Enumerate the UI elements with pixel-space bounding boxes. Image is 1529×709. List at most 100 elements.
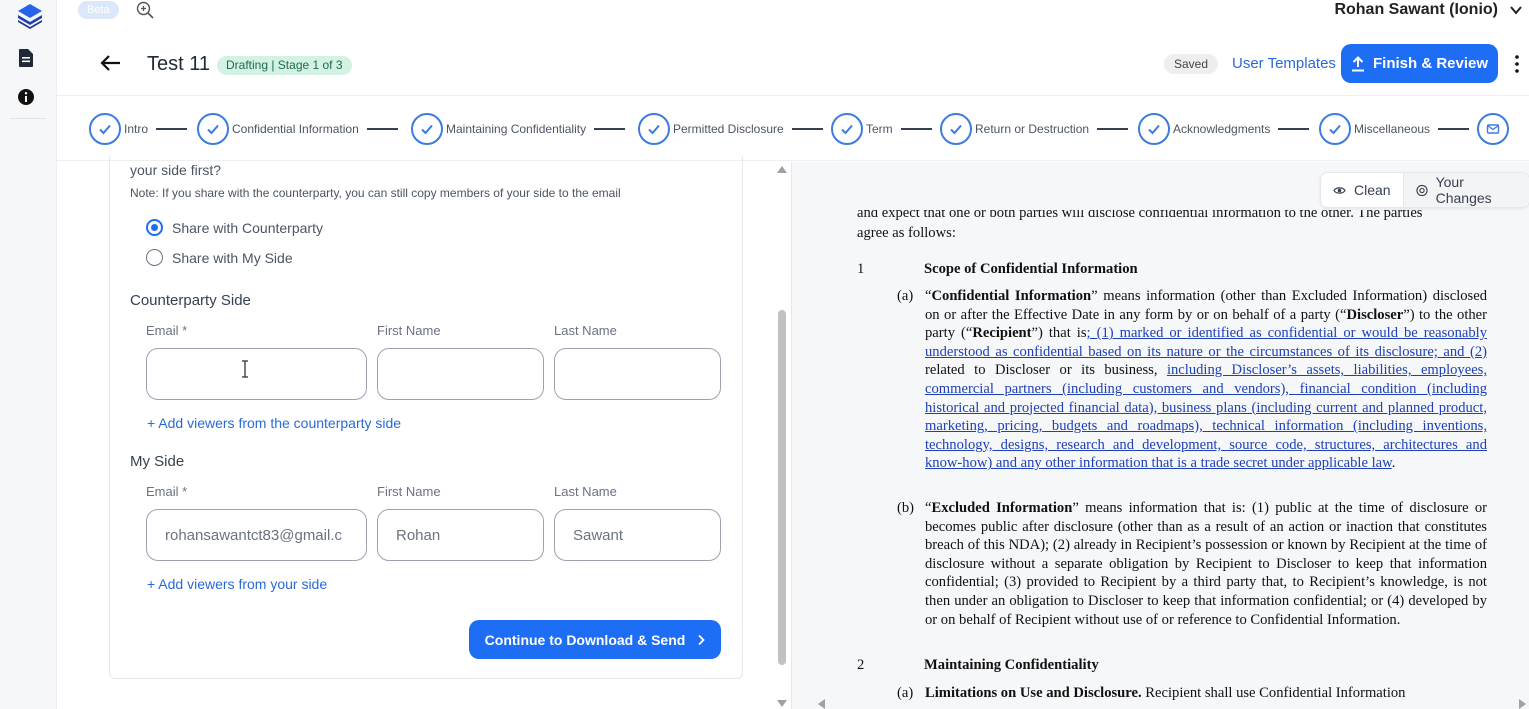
step-intro[interactable]: Intro: [89, 112, 188, 146]
clipped-text: and expect that one or both parties will…: [857, 210, 1423, 221]
step-connector: [156, 128, 188, 130]
step-connector: [1438, 128, 1470, 130]
clause-letter: (a): [897, 685, 914, 700]
scrollbar-thumb[interactable]: [778, 310, 786, 665]
changes-icon: [1415, 184, 1428, 196]
continue-download-send-button[interactable]: Continue to Download & Send: [469, 620, 721, 659]
radio-label: Share with Counterparty: [172, 219, 323, 236]
radio-label: Share with My Side: [172, 249, 293, 266]
share-form-pane: your side first? Note: If you share with…: [57, 156, 790, 709]
radio-share-counterparty[interactable]: Share with Counterparty: [146, 219, 323, 236]
check-icon: [1319, 113, 1351, 145]
share-question: your side first?: [130, 162, 222, 178]
step-connector: [366, 128, 398, 130]
section-title: Maintaining Confidentiality: [924, 657, 1099, 673]
step-connector: [1097, 128, 1129, 130]
scroll-right-arrow-icon[interactable]: [1519, 699, 1526, 709]
user-menu-name[interactable]: Rohan Sawant (Ionio): [1334, 0, 1498, 20]
left-rail: [0, 0, 57, 709]
check-icon: [197, 113, 229, 145]
counterparty-email-label: Email *: [146, 323, 188, 338]
rail-divider: [10, 118, 46, 119]
counterparty-last-name-label: Last Name: [554, 323, 617, 338]
saved-status-badge: Saved: [1164, 54, 1219, 74]
step-connector: [900, 128, 932, 130]
document-title: Test 11: [147, 53, 210, 75]
clause-text: “Excluded Information” means information…: [925, 500, 1487, 628]
more-options-icon[interactable]: [1514, 54, 1520, 74]
clause-letter: (a): [897, 288, 914, 304]
step-label: Miscellaneous: [1354, 122, 1431, 136]
form-scrollbar[interactable]: [775, 162, 790, 709]
add-counterparty-viewers-link[interactable]: + Add viewers from the counterparty side: [147, 415, 401, 431]
step-connector: [594, 128, 626, 130]
share-note: Note: If you share with the counterparty…: [130, 186, 621, 200]
clause-text: “Confidential Information” means informa…: [925, 288, 1488, 472]
step-label: Acknowledgments: [1173, 122, 1271, 136]
step-miscellaneous[interactable]: Miscellaneous: [1319, 112, 1470, 146]
view-mode-toggle: Clean Your Changes: [1320, 172, 1529, 208]
scroll-left-arrow-icon[interactable]: [818, 699, 825, 709]
my-side-section-title: My Side: [130, 453, 185, 470]
intro-tail: agree as follows:: [857, 225, 956, 241]
user-templates-link[interactable]: User Templates: [1232, 55, 1336, 73]
text-cursor-icon: [242, 360, 248, 378]
step-permitted-disclosure[interactable]: Permitted Disclosure: [638, 112, 823, 146]
section-1-heading: 1 Scope of Confidential Information: [857, 260, 1138, 279]
chevron-down-icon[interactable]: [1509, 3, 1523, 17]
add-my-side-viewers-link[interactable]: + Add viewers from your side: [147, 576, 327, 592]
step-maintaining-confidentiality[interactable]: Maintaining Confidentiality: [411, 112, 626, 146]
step-send[interactable]: [1477, 112, 1509, 146]
scroll-up-arrow-icon[interactable]: [777, 166, 787, 173]
my-side-last-name-label: Last Name: [554, 484, 617, 499]
check-icon: [411, 113, 443, 145]
info-icon[interactable]: [17, 88, 35, 106]
check-icon: [940, 113, 972, 145]
step-label: Intro: [124, 122, 149, 136]
step-label: Permitted Disclosure: [673, 122, 784, 136]
clause-1a: (a) “Confidential Information” means inf…: [897, 287, 1487, 473]
check-icon: [1138, 113, 1170, 145]
step-connector: [791, 128, 823, 130]
step-label: Return or Destruction: [975, 122, 1090, 136]
step-return-or-destruction[interactable]: Return or Destruction: [940, 112, 1129, 146]
upload-icon: [1351, 55, 1364, 71]
your-changes-button[interactable]: Your Changes: [1402, 173, 1529, 207]
document-icon[interactable]: [18, 48, 34, 68]
radio-selected-icon: [146, 219, 163, 236]
back-arrow-icon[interactable]: [99, 53, 121, 73]
counterparty-first-name-field[interactable]: [377, 348, 544, 400]
eye-icon: [1333, 186, 1346, 194]
radio-unselected-icon: [146, 249, 163, 266]
app-logo-icon[interactable]: [16, 2, 44, 30]
my-side-first-name-label: First Name: [377, 484, 441, 499]
my-side-email-field[interactable]: rohansawantct83@gmail.c: [146, 509, 367, 561]
finish-review-label: Finish & Review: [1372, 55, 1489, 72]
counterparty-last-name-field[interactable]: [554, 348, 721, 400]
counterparty-email-field[interactable]: [146, 348, 367, 400]
inserted-text[interactable]: including Discloser’s assets, liabilitie…: [925, 362, 1487, 471]
document-header: Test 11 Drafting | Stage 1 of 3 Saved Us…: [57, 32, 1529, 96]
mail-send-icon: [1477, 113, 1509, 145]
zoom-in-icon[interactable]: [136, 1, 154, 19]
my-side-last-name-field[interactable]: Sawant: [554, 509, 721, 561]
section-2-heading: 2 Maintaining Confidentiality: [857, 656, 1099, 675]
counterparty-section-title: Counterparty Side: [130, 292, 251, 309]
clause-2a-clipped: (a) Limitations on Use and Disclosure. R…: [897, 685, 1406, 700]
top-bar: Beta Rohan Sawant (Ionio): [57, 0, 1529, 32]
step-term[interactable]: Term: [831, 112, 932, 146]
section-title: Scope of Confidential Information: [924, 261, 1138, 277]
check-icon: [831, 113, 863, 145]
my-side-email-label: Email *: [146, 484, 188, 499]
clause-letter: (b): [897, 500, 915, 516]
section-number: 1: [857, 261, 865, 277]
scroll-down-arrow-icon[interactable]: [777, 700, 787, 707]
my-side-first-name-field[interactable]: Rohan: [377, 509, 544, 561]
stage-badge: Drafting | Stage 1 of 3: [217, 56, 352, 75]
step-acknowledgments[interactable]: Acknowledgments: [1138, 112, 1310, 146]
clean-view-button[interactable]: Clean: [1321, 173, 1403, 207]
your-changes-label: Your Changes: [1435, 174, 1492, 206]
step-confidential-information[interactable]: Confidential Information: [197, 112, 398, 146]
radio-share-my-side[interactable]: Share with My Side: [146, 249, 293, 266]
finish-review-button[interactable]: Finish & Review: [1341, 44, 1498, 83]
